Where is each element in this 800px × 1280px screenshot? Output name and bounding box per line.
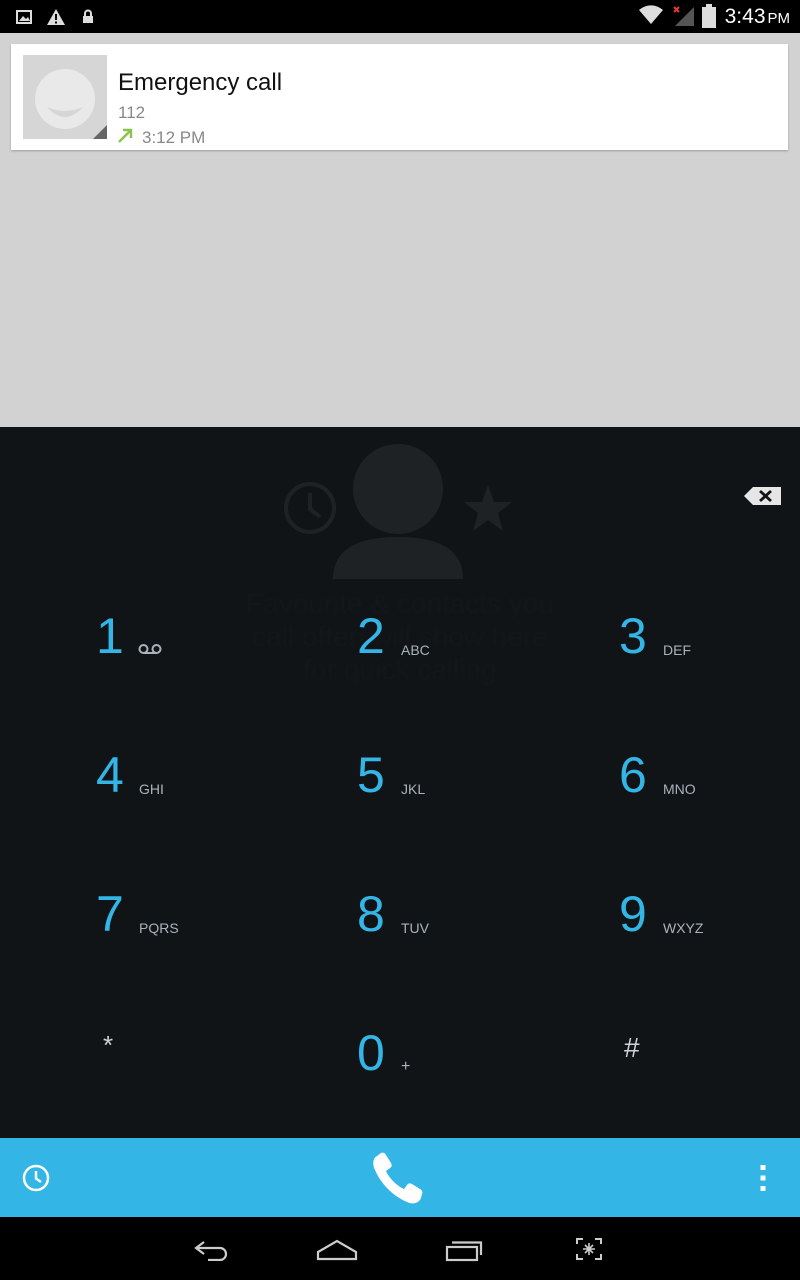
clock-ampm: PM xyxy=(767,10,791,27)
system-nav-bar xyxy=(0,1217,800,1280)
recents-ghost-icon xyxy=(284,482,336,534)
default-contact-icon xyxy=(23,55,107,139)
dialer-action-bar xyxy=(0,1138,800,1217)
dialpad-key-1[interactable]: 1 xyxy=(0,577,266,697)
dialpad-key-2[interactable]: 2 ABC xyxy=(267,577,533,697)
key-digit: 5 xyxy=(357,747,385,803)
key-digit: 0 xyxy=(357,1025,385,1081)
call-history-icon[interactable] xyxy=(21,1163,51,1193)
outgoing-arrow-icon xyxy=(118,128,133,143)
home-icon[interactable] xyxy=(316,1239,358,1261)
contact-number: 112 xyxy=(118,103,146,122)
screenshot-icon[interactable] xyxy=(575,1237,603,1261)
call-button[interactable] xyxy=(369,1150,431,1206)
key-digit: 1 xyxy=(96,608,124,664)
dialpad-key-5[interactable]: 5 JKL xyxy=(267,716,533,836)
dialpad-key-7[interactable]: 7 PQRS xyxy=(0,855,266,975)
recent-call-card[interactable]: Emergency call 112 3:12 PM xyxy=(11,44,788,150)
key-letters: PQRS xyxy=(139,920,179,936)
key-letters: TUV xyxy=(401,920,429,936)
key-digit: 6 xyxy=(619,747,647,803)
dialpad-key-3[interactable]: 3 DEF xyxy=(534,577,800,697)
key-digit: 9 xyxy=(619,886,647,942)
key-letters: JKL xyxy=(401,781,426,797)
recent-calls-panel: Emergency call 112 3:12 PM xyxy=(0,33,800,427)
dialpad-key-8[interactable]: 8 TUV xyxy=(267,855,533,975)
image-icon xyxy=(16,10,32,24)
back-icon[interactable] xyxy=(192,1239,230,1261)
key-letters: WXYZ xyxy=(663,920,704,936)
battery-icon xyxy=(702,4,716,28)
dialpad-key-hash[interactable]: # xyxy=(534,994,800,1114)
key-digit: 7 xyxy=(96,886,124,942)
key-letters: GHI xyxy=(139,781,164,797)
warning-icon xyxy=(47,9,65,25)
backspace-button[interactable] xyxy=(743,486,783,506)
key-digit: 8 xyxy=(357,886,385,942)
dialpad: Favourite & contacts you call often will… xyxy=(0,427,800,1138)
contact-avatar[interactable] xyxy=(23,55,107,139)
call-time: 3:12 PM xyxy=(142,128,206,147)
key-digit: # xyxy=(624,1032,640,1063)
key-letters: ABC xyxy=(401,642,430,658)
contact-name: Emergency call xyxy=(118,69,283,96)
dialpad-key-star[interactable]: * xyxy=(0,994,266,1114)
recent-apps-icon[interactable] xyxy=(445,1238,483,1262)
status-bar: 3:43 PM xyxy=(0,0,800,33)
key-digit: 3 xyxy=(619,608,647,664)
clock-time: 3:43 xyxy=(724,5,766,28)
dialpad-key-4[interactable]: 4 GHI xyxy=(0,716,266,836)
key-digit: 4 xyxy=(96,747,124,803)
status-clock: 3:43 PM xyxy=(725,5,790,29)
dialpad-key-6[interactable]: 6 MNO xyxy=(534,716,800,836)
overflow-menu-icon[interactable] xyxy=(754,1162,772,1194)
lock-icon xyxy=(83,9,93,23)
key-digit: * xyxy=(103,1030,114,1060)
contact-ghost-icon xyxy=(333,444,463,579)
key-digit: 2 xyxy=(357,608,385,664)
dialpad-key-9[interactable]: 9 WXYZ xyxy=(534,855,800,975)
key-letters: MNO xyxy=(663,781,696,797)
signal-icon xyxy=(673,6,694,26)
dialpad-key-0[interactable]: 0 + xyxy=(267,994,533,1114)
wifi-icon xyxy=(639,5,663,25)
voicemail-icon xyxy=(138,644,162,654)
key-letters: + xyxy=(401,1058,411,1075)
favorites-ghost-icon xyxy=(464,485,512,531)
key-letters: DEF xyxy=(663,642,691,658)
